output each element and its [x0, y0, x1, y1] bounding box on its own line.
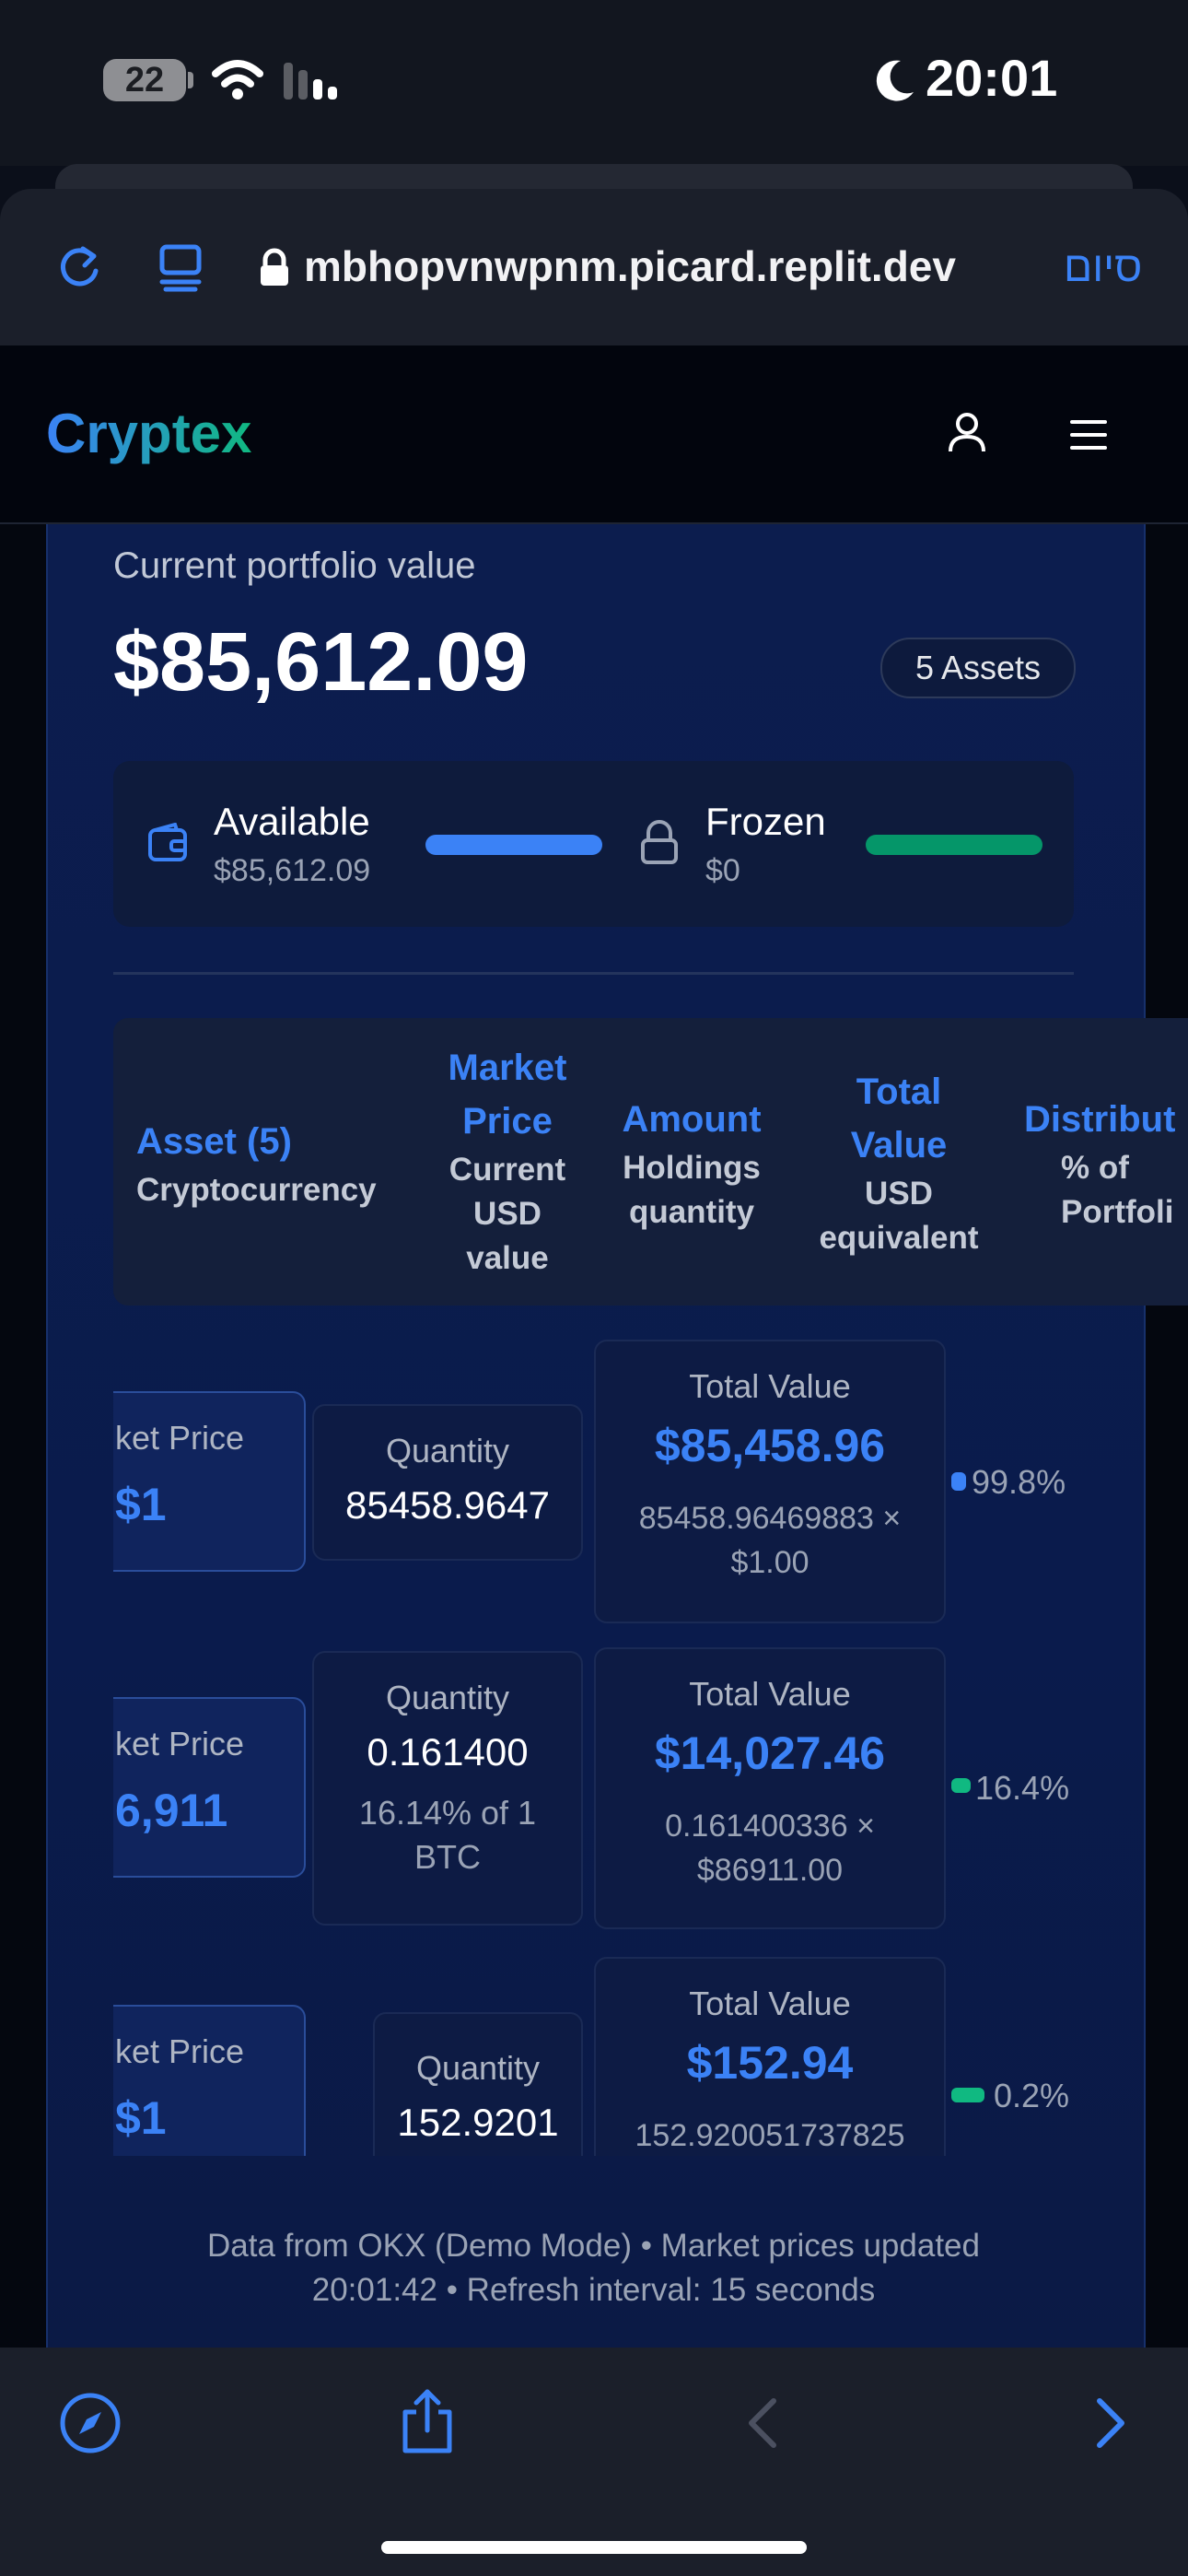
quantity-value: 0.161400	[367, 1730, 529, 1774]
quantity-note: 16.14% of 1 BTC	[358, 1794, 537, 1876]
distribution-value: 16.4%	[975, 1769, 1070, 1807]
cell-label: ket Price	[115, 2032, 245, 2070]
distribution-value: 0.2%	[994, 2077, 1070, 2114]
page-margin-left	[0, 524, 46, 2348]
moon-icon	[876, 60, 914, 101]
compass-icon[interactable]	[59, 2392, 122, 2454]
quantity-cell: Quantity 0.161400 16.14% of 1 BTC	[312, 1651, 583, 1926]
reload-icon[interactable]	[55, 241, 103, 293]
distribution-bar	[951, 2088, 984, 2102]
column-header-market-price[interactable]: Market Price Current USD value	[429, 1041, 586, 1281]
market-price-cell: ket Price $1	[113, 2005, 306, 2156]
page-margin-right	[1144, 524, 1188, 2348]
available-amount: $85,612.09	[214, 853, 371, 888]
calculation-note: 85458.96469883 × $1.00	[638, 1501, 902, 1580]
market-price-value: 6,911	[115, 1785, 228, 1836]
clock: 20:01	[926, 49, 1058, 107]
quantity-cell: Quantity 85458.9647	[312, 1404, 583, 1561]
footer-line: 20:01:42 • Refresh interval: 15 seconds	[311, 2272, 876, 2308]
column-header-amount[interactable]: Amount Holdings quantity	[604, 1093, 779, 1235]
total-value-cell: Total Value $14,027.46 0.161400336 × $86…	[594, 1647, 946, 1929]
frozen-title: Frozen	[705, 800, 826, 843]
column-header-distribution[interactable]: Distribut % of Portfoli	[1024, 1093, 1188, 1235]
quantity-value: 85458.9647	[345, 1483, 550, 1527]
market-price-cell: ket Price 6,911	[113, 1697, 306, 1878]
forward-icon[interactable]	[1092, 2395, 1129, 2451]
column-header-total-value[interactable]: Total Value USD equivalent	[798, 1065, 1000, 1260]
back-icon[interactable]	[744, 2395, 781, 2451]
portfolio-value: $85,612.09	[113, 616, 529, 708]
column-subtitle: % of Portfoli	[1061, 1150, 1174, 1230]
market-price-cell: ket Price $1	[113, 1391, 306, 1572]
divider	[113, 972, 1074, 975]
distribution-bar	[951, 1778, 971, 1793]
column-title: Distribut	[1024, 1099, 1176, 1140]
logo[interactable]: Cryptex	[46, 402, 251, 465]
data-source-footer: Data from OKX (Demo Mode) • Market price…	[113, 2224, 1074, 2313]
cell-label: Total Value	[689, 1985, 851, 2022]
footer-line: Data from OKX (Demo Mode) • Market price…	[207, 2228, 980, 2264]
share-icon[interactable]	[398, 2386, 457, 2456]
cell-label: ket Price	[115, 1419, 245, 1457]
wifi-icon	[212, 60, 263, 100]
cell-label: Quantity	[385, 1432, 510, 1469]
market-price-value: $1	[115, 1479, 167, 1530]
frozen-amount: $0	[705, 853, 740, 888]
battery-cap	[188, 72, 193, 88]
wallet-icon	[148, 823, 187, 861]
available-title: Available	[214, 800, 370, 843]
column-subtitle: Holdings quantity	[623, 1150, 761, 1230]
signal-icon	[284, 63, 337, 100]
battery-icon: 22	[103, 59, 186, 101]
available-bar	[425, 835, 602, 855]
calculation-note: 152.920051737825	[635, 2118, 905, 2153]
portfolio-value-label: Current portfolio value	[113, 545, 476, 586]
cell-label: Total Value	[689, 1367, 851, 1405]
column-title: Total Value	[850, 1071, 948, 1165]
menu-icon[interactable]	[1068, 416, 1109, 453]
total-value: $85,458.96	[654, 1420, 886, 1471]
column-subtitle: Cryptocurrency	[136, 1172, 377, 1208]
reader-mode-icon[interactable]	[157, 241, 208, 293]
frozen-bar	[866, 835, 1042, 855]
total-value: $14,027.46	[654, 1727, 886, 1779]
total-value: $152.94	[686, 2037, 854, 2089]
column-title: Amount	[622, 1099, 762, 1140]
user-icon[interactable]	[947, 411, 987, 455]
column-title: Market Price	[448, 1048, 567, 1142]
done-button[interactable]: סיום	[1064, 241, 1142, 291]
cell-label: Quantity	[385, 1679, 510, 1716]
assets-count-badge: 5 Assets	[880, 638, 1076, 698]
distribution-value: 99.8%	[972, 1463, 1066, 1501]
url-text[interactable]: mbhopvnwpnm.picard.replit.dev	[304, 241, 956, 291]
column-subtitle: Current USD value	[448, 1152, 566, 1276]
column-subtitle: USD equivalent	[819, 1176, 979, 1256]
total-value-cell: Total Value $85,458.96 85458.96469883 × …	[594, 1340, 946, 1623]
calculation-note: 0.161400336 × $86911.00	[665, 1809, 875, 1888]
quantity-cell: Quantity 152.9201	[373, 2012, 583, 2156]
cell-label: Total Value	[689, 1675, 851, 1713]
quantity-value: 152.9201	[397, 2101, 559, 2144]
cell-label: ket Price	[115, 1725, 245, 1762]
distribution-bar	[951, 1472, 966, 1491]
market-price-value: $1	[115, 2092, 167, 2144]
lock-icon	[261, 248, 288, 286]
total-value-cell: Total Value $152.94 152.920051737825	[594, 1957, 946, 2156]
cell-label: Quantity	[415, 2049, 541, 2087]
lock-icon	[641, 820, 678, 864]
home-indicator	[381, 2541, 807, 2554]
holdings-list[interactable]: ket Price $1 Quantity 85458.9647 Total V…	[113, 1327, 1142, 2156]
column-header-asset[interactable]: Asset (5) Cryptocurrency	[136, 1115, 377, 1212]
column-title: Asset (5)	[136, 1121, 292, 1162]
